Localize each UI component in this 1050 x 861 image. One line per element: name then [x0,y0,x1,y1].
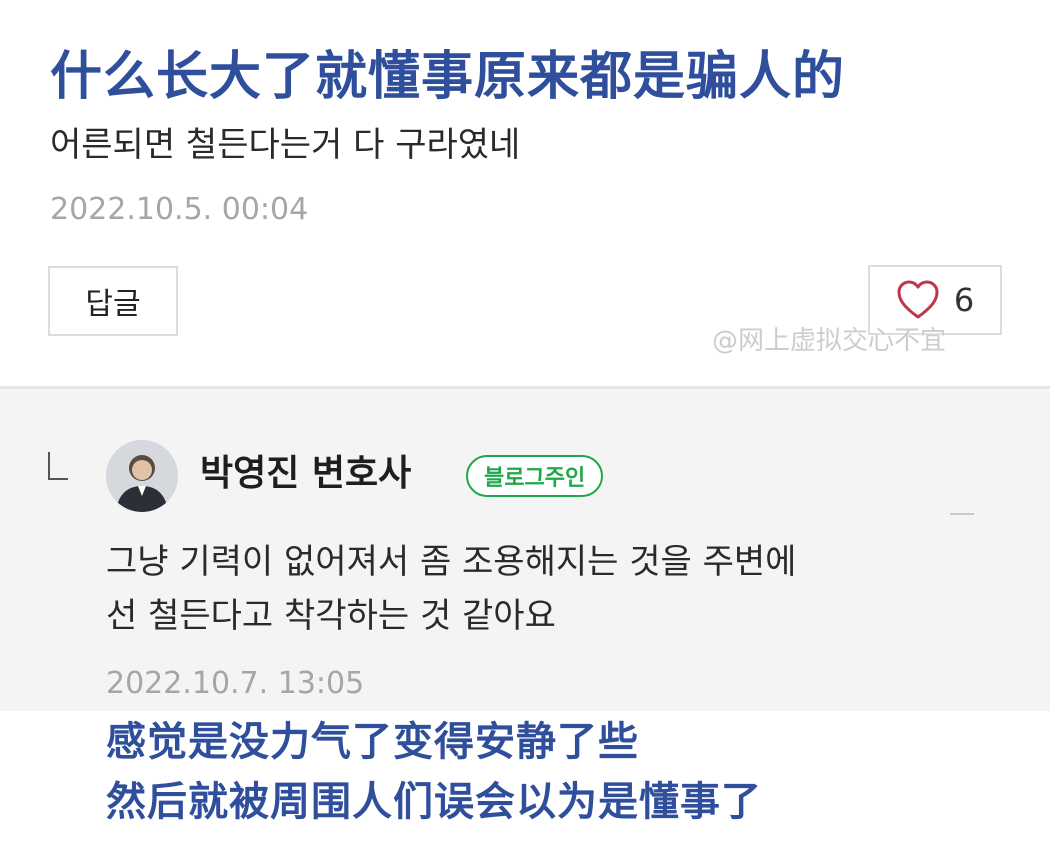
watermark: @网上虚拟交心不宜 [712,326,947,356]
reply-button[interactable]: 답글 [48,266,178,336]
comment-timestamp: 2022.10.5. 00:04 [50,192,309,227]
avatar[interactable] [106,440,178,512]
reply-corner-icon [48,452,68,480]
comment-text: 어른되면 철든다는거 다 구라였네 [50,125,521,165]
caption-translation-top: 什么长大了就懂事原来都是骗人的 [50,47,846,107]
more-options-icon[interactable] [950,513,974,515]
reply-text-line-1: 그냥 기력이 없어져서 좀 조용해지는 것을 주변에 [106,542,797,582]
comment-post: 什么长大了就懂事原来都是骗人的 어른되면 철든다는거 다 구라였네 2022.1… [0,0,1050,388]
reply-text-line-2: 선 철든다고 착각하는 것 같아요 [106,596,556,636]
reply-text: 그냥 기력이 없어져서 좀 조용해지는 것을 주변에 선 철든다고 착각하는 것… [106,535,986,643]
caption-translation-bottom: 感觉是没力气了变得安静了些 然后就被周围人们误会以为是懂事了 [106,712,762,832]
like-count: 6 [953,281,975,319]
author-name[interactable]: 박영진 변호사 [200,452,411,496]
translation-line-2: 然后就被周围人们误会以为是懂事了 [106,779,762,825]
reply-button-label: 답글 [85,287,141,322]
blog-owner-badge: 블로그주인 [466,455,604,497]
reply-timestamp: 2022.10.7. 13:05 [106,666,365,701]
translation-line-1: 感觉是没力气了变得安静了些 [106,719,639,765]
heart-icon [896,280,940,320]
